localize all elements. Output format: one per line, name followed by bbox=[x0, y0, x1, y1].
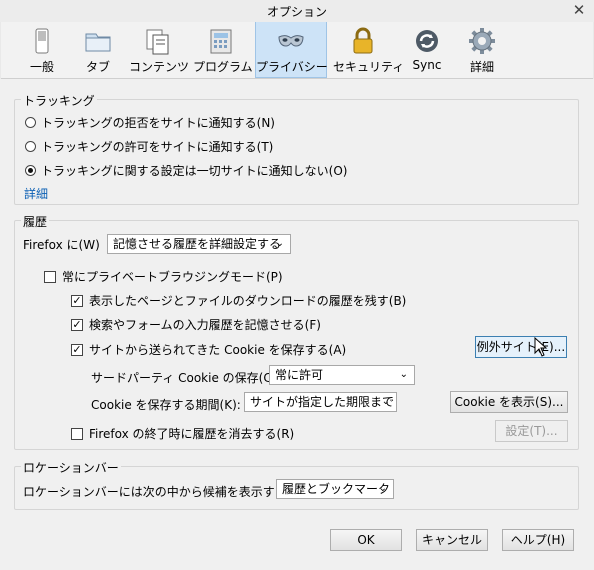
location-bar-value: 履歴とブックマーク bbox=[282, 482, 391, 496]
tab-label: プログラム bbox=[193, 60, 253, 74]
help-button[interactable]: ヘルプ(H) bbox=[502, 529, 574, 551]
location-bar-label: ロケーションバーには次の中から候補を表示する(U): bbox=[23, 485, 309, 499]
show-cookies-button[interactable]: Cookie を表示(S)... bbox=[450, 391, 568, 413]
keep-until-value: サイトが指定した期限まで bbox=[250, 395, 395, 409]
remember-forms-option[interactable]: ✓ 検索やフォームの入力履歴を記憶させる(F) bbox=[71, 316, 321, 333]
title-bar: オプション ✕ bbox=[0, 0, 594, 22]
radio-button[interactable] bbox=[25, 141, 36, 152]
chevron-down-icon: ⌄ bbox=[381, 396, 390, 407]
tab-content[interactable]: コンテンツ bbox=[129, 22, 190, 78]
exceptions-button[interactable]: 例外サイト(E)... bbox=[475, 336, 567, 358]
switch-icon bbox=[35, 28, 49, 54]
tab-label: タブ bbox=[85, 60, 110, 74]
location-bar-legend: ロケーションバー bbox=[21, 459, 121, 476]
tracking-deny-option[interactable]: トラッキングの拒否をサイトに通知する(N) bbox=[25, 114, 275, 131]
tab-label: コンテンツ bbox=[129, 60, 190, 74]
privacy-panel: トラッキング トラッキングの拒否をサイトに通知する(N) トラッキングの許可をサ… bbox=[0, 79, 594, 570]
mouse-pointer-icon bbox=[534, 337, 548, 357]
tracking-legend: トラッキング bbox=[21, 92, 97, 109]
accept-cookies-option[interactable]: ✓ サイトから送られてきた Cookie を保存する(A) bbox=[71, 341, 346, 358]
ok-button[interactable]: OK bbox=[330, 529, 402, 551]
accept-cookies-label: サイトから送られてきた Cookie を保存する(A) bbox=[89, 343, 347, 357]
remember-pages-label: 表示したページとファイルのダウンロードの履歴を残す(B) bbox=[89, 294, 407, 308]
tracking-none-label: トラッキングに関する設定は一切サイトに通知しない(O) bbox=[41, 164, 348, 178]
gear-icon bbox=[469, 28, 495, 54]
mask-icon bbox=[278, 35, 304, 47]
always-private-option[interactable]: 常にプライベートブラウジングモード(P) bbox=[44, 268, 283, 285]
close-icon[interactable]: ✕ bbox=[568, 0, 590, 20]
history-settings-button[interactable]: 設定(T)... bbox=[495, 420, 568, 442]
tab-security[interactable]: セキュリティ bbox=[333, 22, 405, 78]
tab-general[interactable]: 一般 bbox=[17, 22, 67, 78]
window-title: オプション bbox=[266, 5, 327, 19]
location-bar-select[interactable]: 履歴とブックマーク ⌄ bbox=[276, 479, 394, 499]
tracking-group: トラッキング トラッキングの拒否をサイトに通知する(N) トラッキングの許可をサ… bbox=[14, 92, 579, 205]
keep-until-select[interactable]: サイトが指定した期限まで ⌄ bbox=[244, 392, 397, 412]
history-group: 履歴 Firefox に(W) 記憶させる履歴を詳細設定する ⌄ 常にプライベー… bbox=[14, 213, 579, 450]
clear-on-close-option[interactable]: Firefox の終了時に履歴を消去する(R) bbox=[71, 425, 294, 442]
checkbox-checked[interactable]: ✓ bbox=[71, 318, 83, 331]
radio-button-selected[interactable] bbox=[25, 165, 36, 176]
third-party-value: 常に許可 bbox=[275, 368, 324, 382]
history-mode-value: 記憶させる履歴を詳細設定する bbox=[113, 237, 282, 251]
tracking-details-link[interactable]: 詳細 bbox=[24, 185, 48, 202]
chevron-down-icon: ⌄ bbox=[399, 369, 408, 380]
checkbox[interactable] bbox=[71, 427, 83, 440]
tracking-allow-option[interactable]: トラッキングの許可をサイトに通知する(T) bbox=[25, 138, 273, 155]
tab-advanced[interactable]: 詳細 bbox=[459, 22, 505, 78]
tracking-allow-label: トラッキングの許可をサイトに通知する(T) bbox=[41, 140, 274, 154]
tab-privacy[interactable]: プライバシー bbox=[255, 22, 328, 78]
third-party-select[interactable]: 常に許可 ⌄ bbox=[269, 365, 415, 385]
tab-label: Sync bbox=[412, 58, 442, 72]
padlock-icon bbox=[353, 27, 373, 54]
page-content-icon bbox=[146, 29, 169, 55]
checkbox-checked[interactable]: ✓ bbox=[71, 343, 83, 356]
tab-label: セキュリティ bbox=[333, 60, 405, 74]
checkbox-checked[interactable]: ✓ bbox=[71, 294, 83, 307]
tab-label: 一般 bbox=[29, 60, 54, 74]
history-mode-select[interactable]: 記憶させる履歴を詳細設定する ⌄ bbox=[107, 234, 291, 254]
chevron-down-icon: ⌄ bbox=[275, 238, 284, 249]
keep-until-label: Cookie を保存する期間(K): bbox=[91, 398, 241, 412]
calculator-icon bbox=[210, 29, 232, 54]
tab-label: 詳細 bbox=[469, 60, 494, 74]
location-bar-group: ロケーションバー ロケーションバーには次の中から候補を表示する(U): 履歴とブ… bbox=[14, 459, 579, 510]
tracking-deny-label: トラッキングの拒否をサイトに通知する(N) bbox=[41, 116, 275, 130]
tab-label: プライバシー bbox=[256, 60, 328, 74]
checkbox[interactable] bbox=[44, 270, 56, 283]
always-private-label: 常にプライベートブラウジングモード(P) bbox=[62, 270, 283, 284]
category-toolbar: 一般 タブ コンテンツ プログラム プライバシー セキュリティ Sync 詳細 bbox=[1, 22, 593, 79]
tab-sync[interactable]: Sync bbox=[403, 22, 451, 78]
folder-tab-icon bbox=[85, 33, 111, 52]
cancel-button[interactable]: キャンセル bbox=[416, 529, 488, 551]
tab-tabs[interactable]: タブ bbox=[75, 22, 121, 78]
remember-forms-label: 検索やフォームの入力履歴を記憶させる(F) bbox=[89, 318, 321, 332]
clear-on-close-label: Firefox の終了時に履歴を消去する(R) bbox=[89, 427, 295, 441]
chevron-down-icon: ⌄ bbox=[378, 483, 387, 494]
history-legend: 履歴 bbox=[21, 213, 50, 230]
tracking-none-option[interactable]: トラッキングに関する設定は一切サイトに通知しない(O) bbox=[25, 162, 347, 179]
firefox-will-label: Firefox に(W) bbox=[23, 238, 100, 252]
remember-pages-option[interactable]: ✓ 表示したページとファイルのダウンロードの履歴を残す(B) bbox=[71, 292, 406, 309]
third-party-label: サードパーティ Cookie の保存(C): bbox=[91, 371, 281, 385]
radio-button[interactable] bbox=[25, 117, 36, 128]
sync-icon bbox=[416, 30, 438, 52]
tab-applications[interactable]: プログラム bbox=[193, 22, 253, 78]
